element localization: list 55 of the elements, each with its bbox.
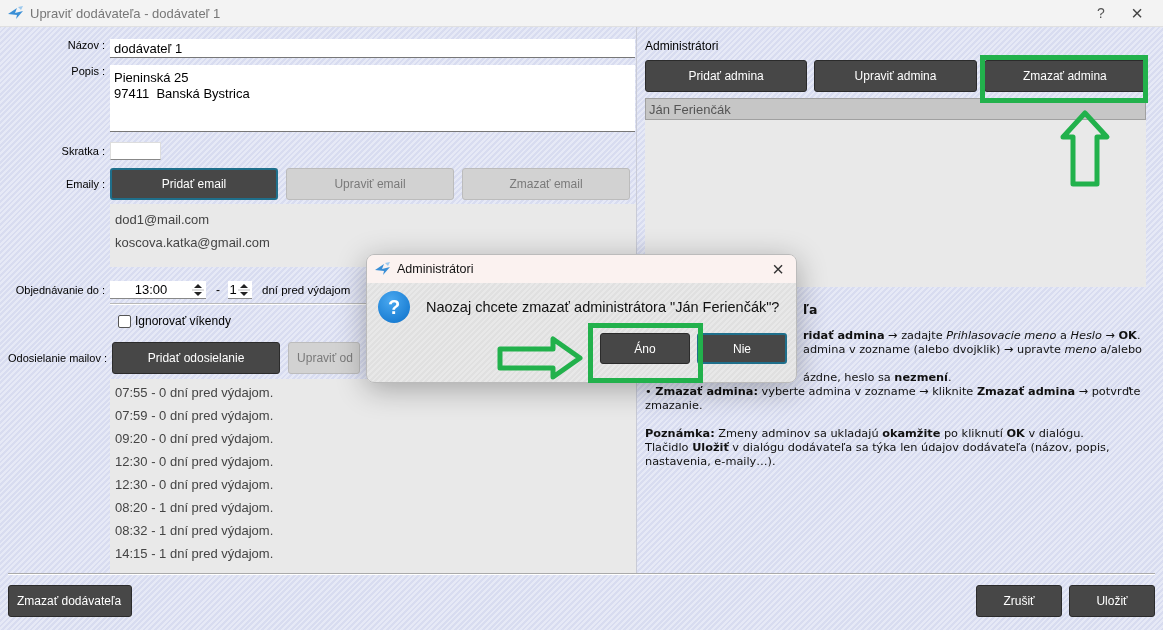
list-item[interactable]: Ján Ferienčák [645,98,1146,120]
time-field[interactable]: 13:00 [110,281,206,299]
help-text: ázdne, heslo sa nezmení. [803,371,953,385]
admin-button[interactable]: Pridať admina [645,60,808,92]
sending-button[interactable]: Pridať odosielanie [112,342,281,374]
list-item[interactable]: 12:30 - 0 dní pred výdajom. [115,473,631,496]
list-item[interactable]: dod1@mail.com [115,208,631,231]
admin-button[interactable]: Zmazať admina [983,60,1146,92]
separator-text: - [216,283,220,297]
logo-icon [8,6,24,20]
checkbox-label: Ignorovať víkendy [135,314,231,328]
help-text: Poznámka: Zmeny adminov sa ukladajú okamžite po kliknutí OK v dialógu. [645,427,1085,441]
logo-icon [375,262,391,276]
name-field[interactable]: dodávateľ 1 [110,39,635,58]
help-text: • Zmazať admina: vyberte admina v zozname → kliknite Zmazať admina → potvrďte zmazanie. [645,385,1142,413]
checkbox[interactable] [118,314,131,328]
field-label: Emaily : [64,178,106,190]
list-item[interactable]: 07:59 - 0 dní pred výdajom. [115,404,631,427]
admin-button[interactable]: Upraviť admina [814,60,977,92]
group-title: Administrátori [645,39,720,53]
field-label: Skratka : [60,145,106,157]
question-icon: ? [378,291,410,323]
field-label: Názov : [66,39,106,51]
dialog-button[interactable]: Nie [697,333,787,364]
spin-arrows-icon[interactable] [238,281,250,298]
help-text: Tlačidlo Uložiť v dialógu dodávateľa sa týka len údajov dodávateľa (názov, popis, nastavenia, e-maily…). [645,441,1111,469]
email-button[interactable]: Pridať email [110,168,278,200]
dialog-message: Naozaj chcete zmazať administrátora "Ján Ferienčák"? [426,299,780,315]
description-field[interactable]: Pieninská 25 97411 Banská Bystrica [110,65,635,132]
window-title: Upraviť dodávateľa - dodávateľ 1 [30,5,222,21]
list-item[interactable]: koscova.katka@gmail.com [115,231,631,254]
footer-button[interactable]: Zmazať dodávateľa [8,585,132,617]
days-field[interactable]: 1 [228,281,252,299]
spin-arrows-icon[interactable] [192,281,204,298]
list-item[interactable]: 08:20 - 1 dní pred výdajom. [115,496,631,519]
list-item[interactable]: 12:30 - 0 dní pred výdajom. [115,450,631,473]
help-text: admina v zozname (alebo dvojklik) → upravte meno a/alebo [803,343,1143,357]
list-item[interactable]: 14:15 - 1 dní pred výdajom. [115,542,631,565]
list-item[interactable]: 09:20 - 0 dní pred výdajom. [115,427,631,450]
field-label: Odosielanie mailov : [8,352,109,364]
short-name-field[interactable] [110,142,161,160]
list-item[interactable]: 07:55 - 0 dní pred výdajom. [115,381,631,404]
footer-button[interactable]: Uložiť [1069,585,1155,617]
field-label: Objednávanie do : [14,284,106,296]
dialog-button[interactable]: Áno [600,333,690,364]
help-button[interactable]: ? [1083,5,1119,21]
unit-text: dní pred výdajom [262,284,351,296]
field-label: Popis : [70,65,106,77]
close-button[interactable]: × [766,257,790,281]
help-heading: ľa [803,303,819,317]
help-text: ridať admina → zadajte Prihlasovacie meno a Heslo → OK. [803,329,1142,343]
close-button[interactable]: × [1119,1,1155,25]
dialog-title: Administrátori [397,262,475,276]
footer-button[interactable]: Zrušiť [976,585,1062,617]
list-item[interactable]: 08:32 - 1 dní pred výdajom. [115,519,631,542]
